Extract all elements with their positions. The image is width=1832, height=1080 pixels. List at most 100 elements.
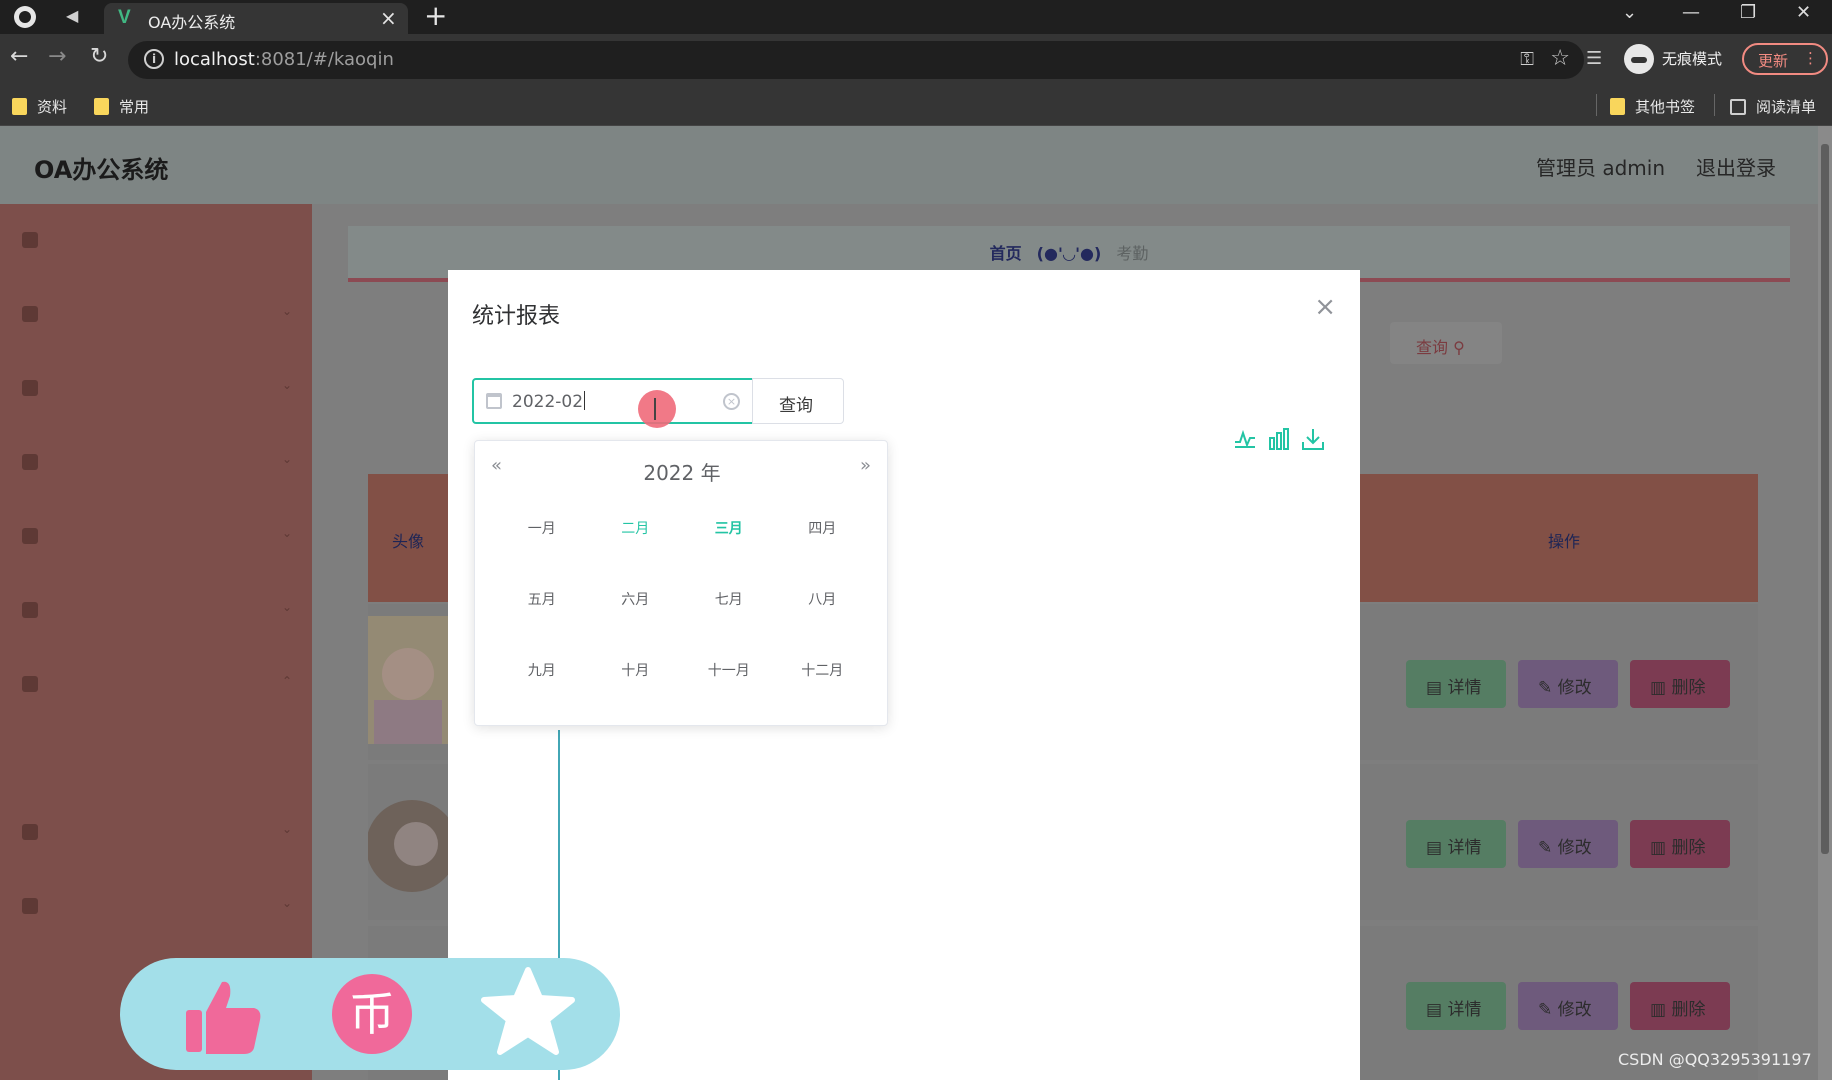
month-value[interactable]: 2022-02 [512,391,586,412]
thumbs-up-icon[interactable] [184,978,262,1056]
edit-button[interactable]: ✎ 修改 [1518,982,1618,1030]
menu-dots-icon[interactable]: ⋮ [1803,49,1818,67]
breadcrumb-emoticon: (●'◡'●) [1036,244,1102,263]
bookmark-folder-changyong[interactable]: 常用 [94,96,149,117]
month-cell[interactable]: 一月 [495,513,589,546]
logout-link[interactable]: 退出登录 [1696,152,1776,181]
attendance-icon [22,676,38,692]
reload-icon[interactable]: ↻ [90,44,108,69]
query-button[interactable]: 查询 [752,378,844,424]
key-icon[interactable]: ⚿ [1520,49,1534,70]
month-cell[interactable]: 三月 [682,513,776,546]
month-cell[interactable]: 十月 [589,655,683,688]
column-header-avatar: 头像 [392,532,425,551]
other-bookmarks[interactable]: 其他书签 [1610,96,1695,117]
sidebar-item[interactable]: ⌄ [22,522,292,552]
minimize-icon[interactable]: — [1682,2,1700,23]
browser-tab[interactable]: V OA办公系统 × [104,3,408,34]
chevron-down-icon: ⌄ [281,600,292,614]
reading-list-link[interactable]: 阅读清单 [1730,96,1816,117]
detail-button[interactable]: ▤ 详情 [1406,982,1506,1030]
download-icon[interactable] [1302,428,1324,455]
document-icon: ▤ [1426,838,1443,858]
chevron-down-icon: ⌄ [281,526,292,540]
month-cell[interactable]: 二月 [589,513,683,546]
picker-year-label[interactable]: 2022 年 [475,457,889,486]
app-title: OA办公系统 [34,156,169,184]
folder-icon [94,98,109,115]
folder-icon [1610,98,1625,115]
url-text[interactable]: localhost:8081/#/kaoqin [174,49,394,70]
app-header: OA办公系统 管理员 admin 退出登录 [0,126,1818,204]
folder-icon [12,98,27,115]
month-cell[interactable]: 七月 [682,584,776,617]
tab-close-icon[interactable]: × [380,6,397,30]
new-tab-icon[interactable]: + [424,0,447,32]
month-cell[interactable]: 六月 [589,584,683,617]
chevron-down-icon: ⌄ [281,452,292,466]
sidebar-item[interactable]: ⌄ [22,300,292,330]
month-cell[interactable]: 四月 [776,513,870,546]
sidebar-item[interactable] [22,226,292,256]
globe-icon[interactable] [14,6,36,28]
sidebar-item[interactable]: ⌄ [22,892,292,922]
reading-list-icon [1730,99,1746,115]
coin-icon[interactable]: 币 [332,974,412,1054]
reading-list-icon[interactable]: ☰ [1586,48,1602,69]
sidebar-item[interactable]: ⌃ [22,670,292,700]
restore-icon[interactable]: ❐ [1740,2,1756,23]
line-chart-icon[interactable] [1234,428,1256,453]
delete-button[interactable]: ▥ 删除 [1630,820,1730,868]
month-cell[interactable]: 十一月 [682,655,776,688]
window-close-icon[interactable]: ✕ [1796,2,1811,23]
url-bar[interactable]: i localhost:8081/#/kaoqin ⚿ ☆ [128,41,1584,79]
sidebar-item[interactable]: ⌄ [22,818,292,848]
detail-button[interactable]: ▤ 详情 [1406,660,1506,708]
delete-button[interactable]: ▥ 删除 [1630,982,1730,1030]
month-cell[interactable]: 九月 [495,655,589,688]
breadcrumb-home[interactable]: 首页 [990,240,1022,264]
home-icon [22,232,38,248]
sidebar-item[interactable]: ⌄ [22,596,292,626]
browser-tab-strip: ◀ V OA办公系统 × + ⌄ — ❐ ✕ [0,0,1832,34]
admin-label: 管理员 admin [1536,156,1666,180]
next-year-icon[interactable]: » [860,455,871,476]
forward-icon[interactable]: → [48,44,66,69]
speaker-icon[interactable]: ◀ [66,6,78,25]
search-icon: ⚲ [1453,338,1465,357]
background-query-button[interactable]: 查询 ⚲ [1390,322,1502,364]
star-icon[interactable] [480,966,576,1056]
chevron-down-icon: ⌄ [281,822,292,836]
month-cell[interactable]: 八月 [776,584,870,617]
update-button[interactable]: 更新 ⋮ [1742,43,1828,75]
trash-icon: ▥ [1650,838,1667,858]
bookmark-star-icon[interactable]: ☆ [1550,46,1570,71]
bar-chart-icon[interactable] [1268,428,1290,455]
back-icon[interactable]: ← [10,44,28,69]
month-cell[interactable]: 十二月 [776,655,870,688]
site-info-icon[interactable]: i [144,49,164,69]
scrollbar-thumb[interactable] [1821,144,1829,854]
edit-button[interactable]: ✎ 修改 [1518,820,1618,868]
office-icon [22,454,38,470]
detail-button[interactable]: ▤ 详情 [1406,820,1506,868]
bookmark-folder-ziliao[interactable]: 资料 [12,96,67,117]
close-icon[interactable]: × [1314,292,1336,322]
bookmark-divider [1714,94,1715,116]
tab-search-icon[interactable]: ⌄ [1622,2,1637,23]
delete-button[interactable]: ▥ 删除 [1630,660,1730,708]
user-icon [22,306,38,322]
document-icon: ▤ [1426,678,1443,698]
edit-button[interactable]: ✎ 修改 [1518,660,1618,708]
incognito-icon [1624,44,1654,74]
sidebar: ⌄ ⌄ ⌄ ⌄ ⌄ ⌃ ⌄ ⌄ [0,204,312,1080]
clear-icon[interactable]: × [723,393,740,410]
list-icon [22,528,38,544]
watermark: CSDN @QQ3295391197 [1618,1050,1812,1069]
sidebar-item[interactable]: ⌄ [22,448,292,478]
month-picker-input[interactable]: 2022-02 × [472,378,754,424]
social-action-bar: 币 [120,958,620,1070]
month-cell[interactable]: 五月 [495,584,589,617]
sidebar-item[interactable]: ⌄ [22,374,292,404]
edit-icon: ✎ [1538,678,1553,698]
